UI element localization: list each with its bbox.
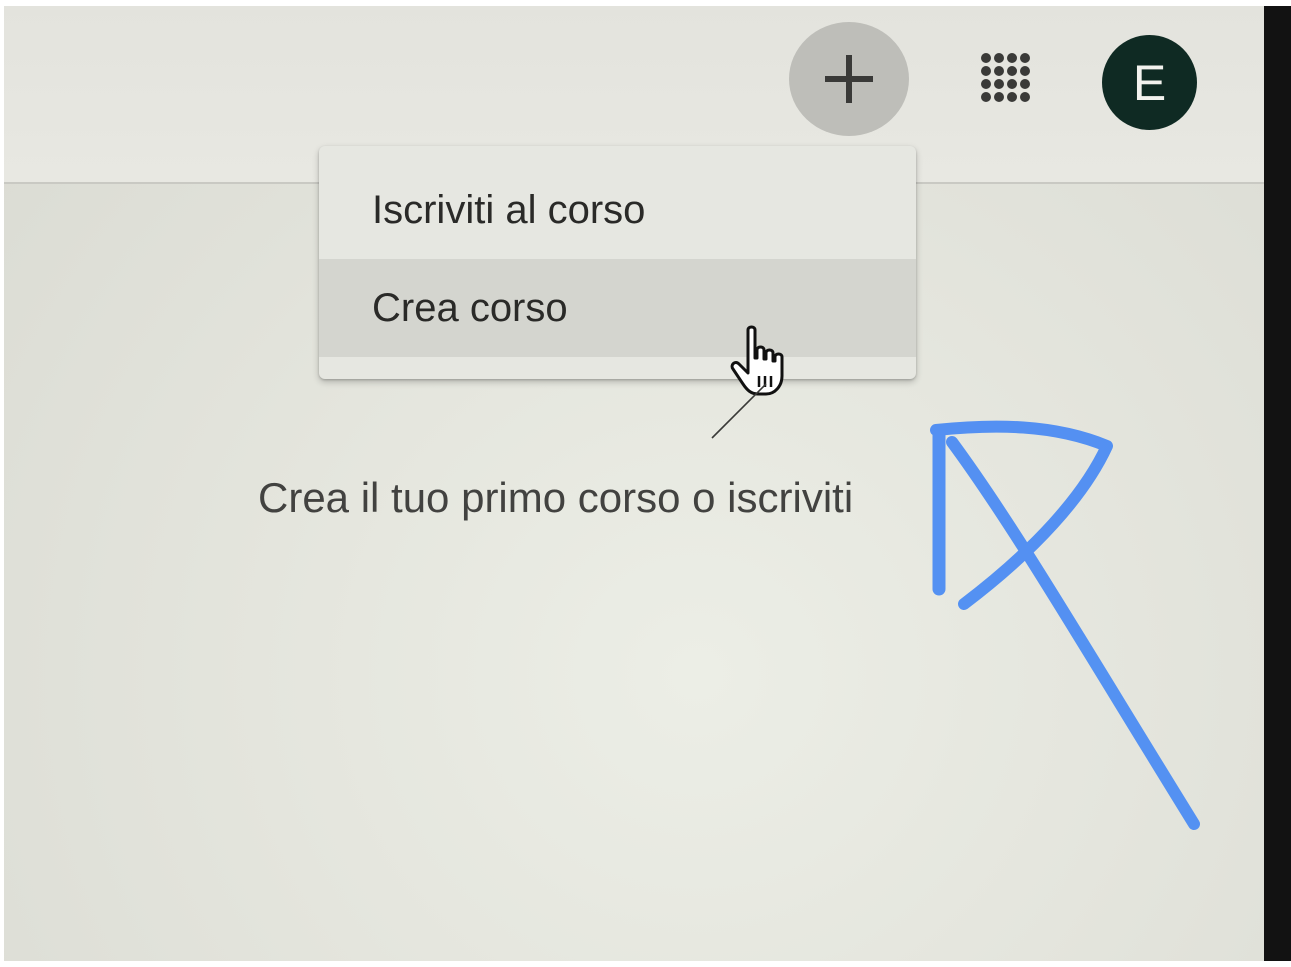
monitor-bezel (1264, 6, 1291, 961)
plus-icon (825, 55, 873, 103)
account-avatar[interactable]: E (1102, 35, 1197, 130)
create-join-menu: Iscriviti al corso Crea corso (319, 146, 916, 379)
menu-item-join-course[interactable]: Iscriviti al corso (319, 161, 916, 259)
annotation-stroke-loop (930, 420, 1113, 610)
hand-pointer-cursor-icon (730, 325, 784, 396)
create-or-join-button[interactable] (789, 22, 909, 136)
empty-state-message: Crea il tuo primo corso o iscriviti (258, 474, 854, 521)
menu-item-create-course[interactable]: Crea corso (319, 259, 916, 357)
annotation-stroke-diagonal (946, 436, 1200, 830)
screen: E Crea il tuo primo corso o iscriviti Is… (4, 6, 1264, 961)
google-apps-button[interactable] (966, 38, 1046, 118)
menu-item-label: Crea corso (372, 285, 568, 330)
apps-grid-icon (981, 53, 1030, 102)
menu-item-label: Iscriviti al corso (372, 187, 646, 232)
avatar-initial: E (1132, 54, 1167, 111)
